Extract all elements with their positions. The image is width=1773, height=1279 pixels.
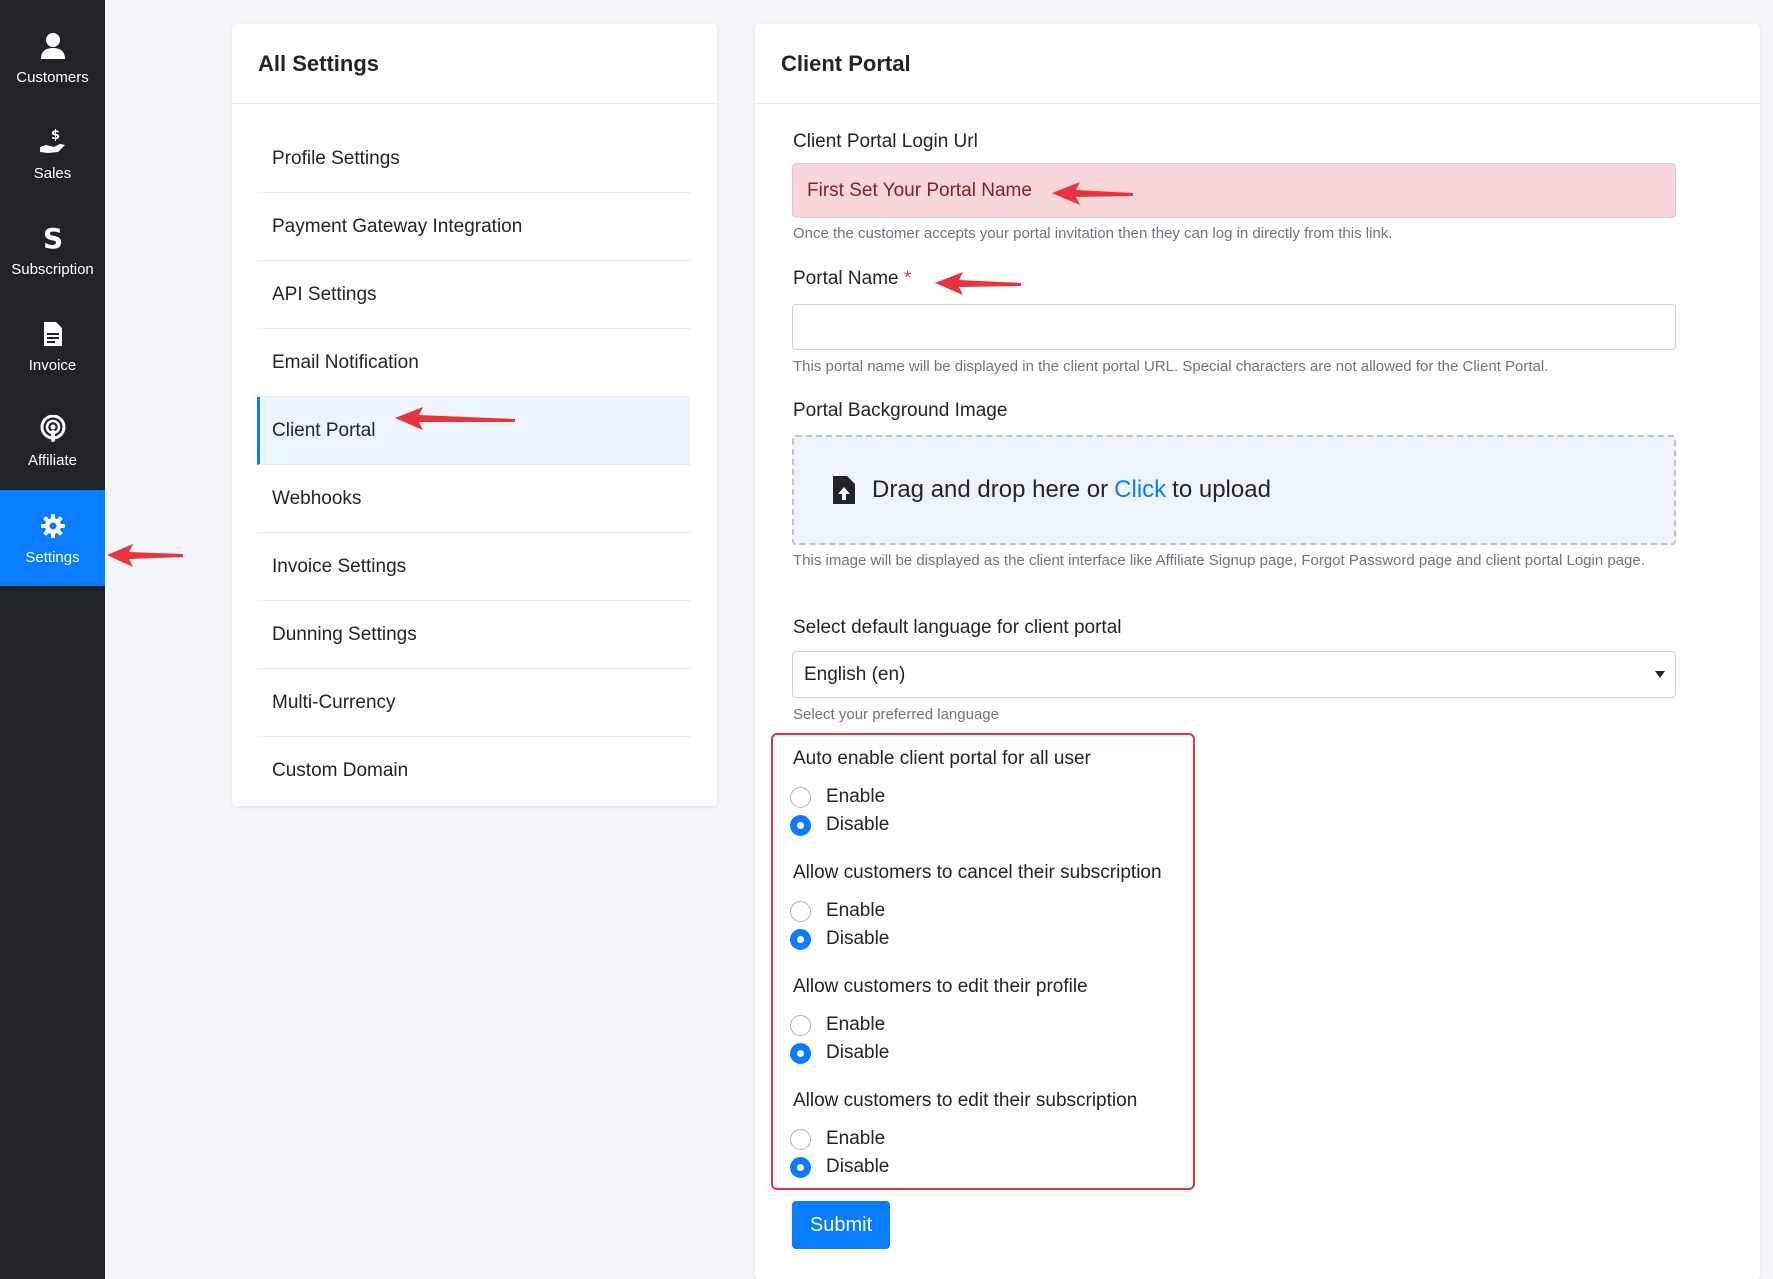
hand-dollar-icon: $: [38, 127, 68, 157]
sidebar-item-label: Sales: [33, 164, 72, 182]
language-help: Select your preferred language: [793, 706, 999, 723]
language-label: Select default language for client porta…: [793, 617, 1122, 638]
sidebar-item-label: Subscription: [11, 260, 94, 278]
login-url-help: Once the customer accepts your portal in…: [793, 225, 1393, 242]
radio-label: Enable: [826, 786, 886, 807]
portal-name-label-text: Portal Name: [793, 268, 899, 289]
dollar-s-icon: S: [38, 223, 68, 253]
annotation-arrow-settings: [107, 544, 183, 567]
sidebar-item-affiliate[interactable]: Affiliate: [0, 393, 105, 489]
annotation-arrow-portal-alert: [1052, 182, 1133, 205]
svg-text:S: S: [43, 223, 63, 253]
login-url-alert: First Set Your Portal Name: [792, 163, 1676, 218]
auto-enable-enable-radio[interactable]: Enable: [790, 786, 885, 808]
sidebar-item-label: Affiliate: [28, 451, 77, 469]
menu-item-multi-currency[interactable]: Multi-Currency: [257, 669, 690, 737]
gear-icon: [38, 511, 68, 541]
edit-subscription-label: Allow customers to edit their subscripti…: [793, 1090, 1138, 1111]
dropzone-text-before: Drag and drop here or: [872, 476, 1109, 503]
user-icon: [38, 31, 68, 61]
sidebar-item-customers[interactable]: Customers: [0, 10, 105, 106]
annotation-arrow-client-portal: [395, 407, 515, 430]
auto-enable-label: Auto enable client portal for all user: [793, 748, 1091, 769]
radio-label: Enable: [826, 1128, 886, 1149]
annotation-arrow-portal-name: [935, 272, 1021, 295]
submit-button[interactable]: Submit: [792, 1201, 890, 1249]
cancel-subscription-label: Allow customers to cancel their subscrip…: [793, 862, 1162, 883]
portal-name-label: Portal Name *: [793, 268, 911, 290]
login-url-alert-text: First Set Your Portal Name: [807, 179, 1032, 201]
language-select[interactable]: English (en): [792, 651, 1676, 698]
podcast-icon: [38, 414, 68, 444]
menu-item-invoice-settings[interactable]: Invoice Settings: [257, 533, 690, 601]
bg-image-help: This image will be displayed as the clie…: [793, 552, 1645, 569]
menu-item-custom-domain[interactable]: Custom Domain: [257, 737, 690, 805]
sidebar-item-label: Customers: [16, 68, 89, 86]
edit-profile-label: Allow customers to edit their profile: [793, 976, 1088, 997]
dropzone-click-link[interactable]: Click: [1114, 476, 1166, 504]
radio-label: Disable: [826, 928, 890, 949]
dropzone-text-after: to upload: [1172, 476, 1271, 503]
edit-subscription-disable-radio[interactable]: Disable: [790, 1156, 889, 1178]
sidebar-item-sales[interactable]: $ Sales: [0, 106, 105, 202]
portal-name-input[interactable]: [792, 304, 1676, 350]
sidebar-item-label: Invoice: [28, 356, 77, 374]
radio-label: Disable: [826, 1042, 890, 1063]
settings-menu-title: All Settings: [232, 24, 717, 104]
radio-label: Disable: [826, 1156, 890, 1177]
required-mark: *: [903, 268, 912, 289]
radio-unchecked: [790, 786, 811, 808]
menu-item-email-notification[interactable]: Email Notification: [257, 329, 690, 397]
radio-unchecked: [790, 1128, 811, 1150]
edit-profile-disable-radio[interactable]: Disable: [790, 1042, 889, 1064]
client-portal-title: Client Portal: [755, 24, 1760, 104]
cancel-subscription-disable-radio[interactable]: Disable: [790, 928, 889, 950]
document-icon: [38, 319, 68, 349]
login-url-label: Client Portal Login Url: [793, 131, 978, 152]
radio-checked: [790, 1156, 811, 1178]
radio-label: Disable: [826, 814, 890, 835]
sidebar-item-label: Settings: [25, 548, 80, 566]
edit-profile-enable-radio[interactable]: Enable: [790, 1014, 885, 1036]
sidebar-item-invoice[interactable]: Invoice: [0, 298, 105, 394]
radio-unchecked: [790, 1014, 811, 1036]
menu-item-webhooks[interactable]: Webhooks: [257, 465, 690, 533]
file-upload-icon: [832, 475, 856, 505]
radio-label: Enable: [826, 900, 886, 921]
radio-checked: [790, 1042, 811, 1064]
edit-subscription-enable-radio[interactable]: Enable: [790, 1128, 885, 1150]
menu-item-profile-settings[interactable]: Profile Settings: [257, 125, 690, 193]
radio-unchecked: [790, 900, 811, 922]
portal-name-help: This portal name will be displayed in th…: [793, 358, 1549, 375]
menu-item-api-settings[interactable]: API Settings: [257, 261, 690, 329]
sidebar: Customers $ Sales S Subscription Invoice…: [0, 0, 105, 1279]
bg-image-label: Portal Background Image: [793, 400, 1008, 421]
svg-text:$: $: [51, 128, 60, 143]
radio-label: Enable: [826, 1014, 886, 1035]
sidebar-item-subscription[interactable]: S Subscription: [0, 202, 105, 298]
radio-checked: [790, 814, 811, 836]
sidebar-item-settings[interactable]: Settings: [0, 490, 105, 586]
menu-item-dunning-settings[interactable]: Dunning Settings: [257, 601, 690, 669]
auto-enable-disable-radio[interactable]: Disable: [790, 814, 889, 836]
menu-item-payment-gateway[interactable]: Payment Gateway Integration: [257, 193, 690, 261]
cancel-subscription-enable-radio[interactable]: Enable: [790, 900, 885, 922]
caret-down-icon: [1655, 671, 1665, 678]
radio-checked: [790, 928, 811, 950]
background-image-dropzone[interactable]: Drag and drop here or Click to upload: [792, 435, 1676, 545]
language-select-value: English (en): [804, 663, 906, 685]
